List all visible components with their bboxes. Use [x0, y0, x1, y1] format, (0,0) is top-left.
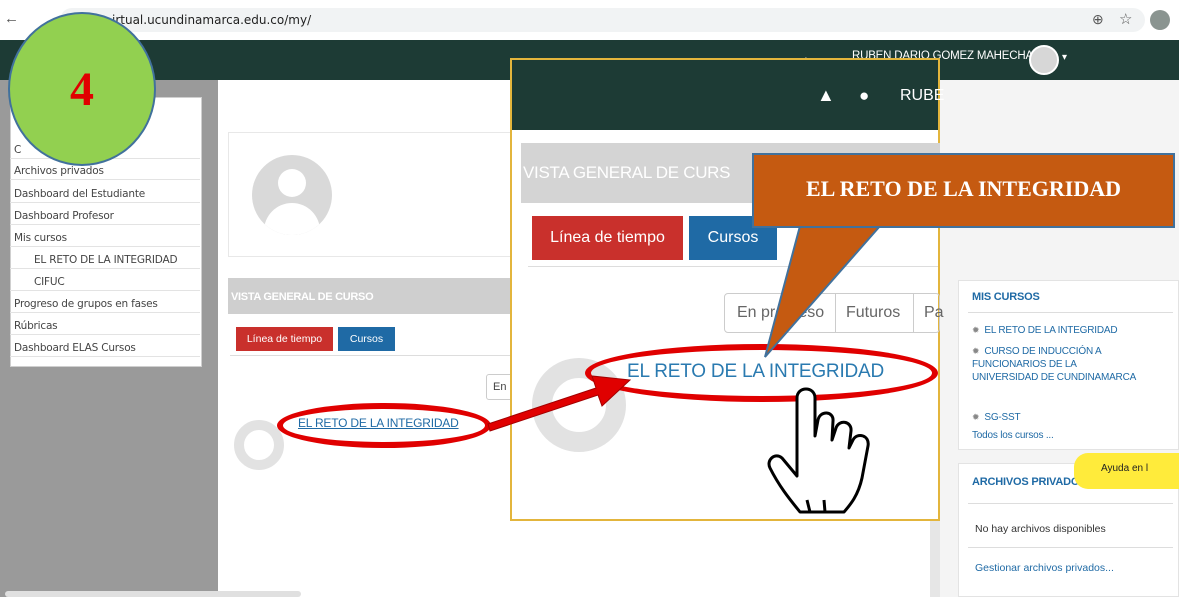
course-progress-percent: 0% [254, 438, 265, 445]
divider [835, 294, 836, 332]
zoom-tab-past-partial: Pa [924, 304, 944, 321]
divider [913, 294, 914, 332]
browser-profile-icon[interactable] [1150, 10, 1170, 30]
sidebar-item-cifuc[interactable]: CIFUC [10, 274, 200, 291]
course-icon: ✹ [972, 346, 980, 356]
zoom-icon[interactable]: ⊕ [1092, 11, 1104, 28]
zoom-username-partial: RUBE [900, 87, 945, 104]
user-menu-caret-icon[interactable]: ▾ [1062, 52, 1067, 63]
zoom-tab-in-progress: En progreso [737, 304, 825, 321]
avatar-body-shape [264, 203, 320, 235]
sidebar-item-reto-integridad[interactable]: EL RETO DE LA INTEGRIDAD [10, 252, 200, 269]
courses-button[interactable]: Cursos [338, 327, 395, 351]
divider [968, 312, 1173, 313]
divider [968, 547, 1173, 548]
my-courses-item-label[interactable]: SG-SST [984, 412, 1020, 423]
sidebar-item-dashboard-profesor[interactable]: Dashboard Profesor [10, 208, 200, 225]
sidebar-item-progreso-grupos[interactable]: Progreso de grupos en fases [10, 296, 200, 313]
course-icon: ✹ [972, 412, 980, 422]
zoom-tab-future: Futuros [846, 304, 901, 321]
zoom-navbar [512, 60, 938, 130]
private-files-title: ARCHIVOS PRIVADOS [972, 476, 1087, 488]
course-icon: ✹ [972, 325, 980, 335]
back-arrow-icon[interactable]: ← [4, 11, 20, 27]
horizontal-scrollbar[interactable] [5, 591, 301, 597]
highlight-ellipse-small [277, 403, 491, 448]
my-courses-title: MIS CURSOS [972, 291, 1040, 303]
manage-private-files-link[interactable]: Gestionar archivos privados... [975, 562, 1114, 574]
divider [968, 503, 1173, 504]
sidebar-item-archivos-privados[interactable]: Archivos privados [10, 163, 200, 180]
highlight-ellipse-large [585, 344, 938, 402]
sidebar-item-rubricas[interactable]: Rúbricas [10, 318, 200, 335]
my-courses-item[interactable]: ✹ SG-SST [972, 411, 1142, 424]
zoom-bell-icon: ▲ [817, 85, 835, 105]
zoom-timeline-button: Línea de tiempo [532, 216, 683, 260]
course-overview-title: VISTA GENERAL DE CURSO [231, 291, 374, 303]
callout-text: EL RETO DE LA INTEGRIDAD [805, 176, 1121, 201]
divider [230, 355, 515, 356]
url-text[interactable]: irtual.ucundinamarca.edu.co/my/ [112, 13, 311, 27]
timeline-button[interactable]: Línea de tiempo [236, 327, 333, 351]
user-avatar[interactable] [1029, 45, 1059, 75]
zoom-chat-icon: ● [859, 86, 870, 105]
my-courses-item-label[interactable]: CURSO DE INDUCCIÓN A FUNCIONARIOS DE LA … [972, 346, 1136, 383]
avatar-head-shape [278, 169, 306, 197]
my-courses-item[interactable]: ✹ EL RETO DE LA INTEGRIDAD [972, 324, 1142, 337]
sidebar-item-mis-cursos[interactable]: Mis cursos [10, 230, 200, 247]
step-number: 4 [70, 63, 94, 116]
bookmark-star-icon[interactable]: ☆ [1119, 10, 1132, 28]
zoom-overview-title: VISTA GENERAL DE CURS [523, 163, 731, 182]
help-tab[interactable]: Ayuda en l [1074, 453, 1179, 489]
all-courses-link[interactable]: Todos los cursos ... [972, 429, 1142, 442]
sidebar-item-dashboard-estudiante[interactable]: Dashboard del Estudiante [10, 186, 200, 203]
my-courses-item[interactable]: ✹ CURSO DE INDUCCIÓN A FUNCIONARIOS DE LA… [972, 345, 1142, 384]
divider [528, 266, 938, 267]
profile-avatar [252, 155, 332, 235]
sidebar-item-dashboard-elas[interactable]: Dashboard ELAS Cursos [10, 340, 200, 357]
my-courses-item-label[interactable]: EL RETO DE LA INTEGRIDAD [984, 325, 1117, 336]
no-files-text: No hay archivos disponibles [975, 523, 1106, 535]
